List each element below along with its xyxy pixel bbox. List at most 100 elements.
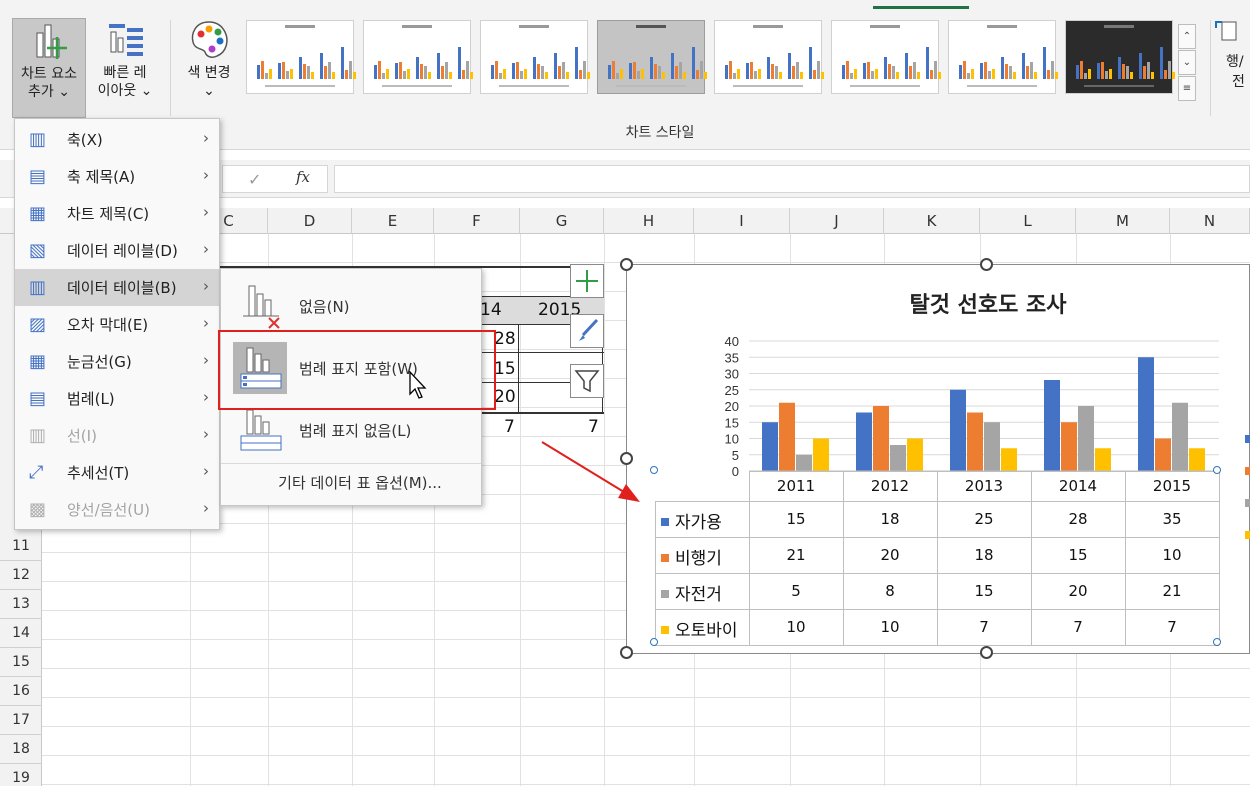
table-cell: 28	[494, 329, 516, 349]
resize-handle-top[interactable]	[980, 258, 993, 271]
chart-style-5[interactable]	[714, 20, 824, 94]
menu-item-error-bars[interactable]: ▨ 오차 막대(E) ›	[15, 306, 219, 343]
chart-style-7[interactable]	[948, 20, 1058, 94]
column-header[interactable]: H	[604, 208, 694, 234]
formula-input[interactable]	[334, 165, 1250, 193]
brush-icon	[579, 318, 599, 341]
menu-item-label: 눈금선(G)	[67, 353, 132, 371]
menu-item-trendline[interactable]: ⤢ 추세선(T) ›	[15, 454, 219, 491]
submenu-item-label: 없음(N)	[299, 297, 350, 316]
column-header[interactable]: G	[520, 208, 604, 234]
formula-buttons-area	[222, 165, 328, 193]
switch-row-column-label-1: 행/	[1226, 54, 1244, 70]
x-tick-label: 2013	[964, 477, 1004, 495]
row-header[interactable]: 16	[0, 677, 42, 706]
y-tick-label: 20	[725, 399, 739, 414]
legend-key-swatch	[661, 626, 669, 634]
column-header[interactable]: E	[352, 208, 434, 234]
change-colors-button[interactable]: 색 변경 ⌄	[178, 18, 240, 118]
chart-area[interactable]: 탈것 선호도 조사 0 5 10 15 20 25 30 35 40 2011 2012 2013 2…	[626, 264, 1250, 654]
submenu-item-no-legend-keys[interactable]: 범례 표지 없음(L)	[221, 403, 481, 457]
menu-item-data-table[interactable]: ▥ 데이터 테이블(B) ›	[15, 269, 219, 306]
more-data-table-options[interactable]: 기타 데이터 표 옵션(M)...	[221, 467, 481, 497]
data-label: 20	[1068, 582, 1088, 600]
table-cell: 15	[494, 359, 516, 379]
menu-item-gridlines[interactable]: ▦ 눈금선(G) ›	[15, 343, 219, 380]
switch-row-column-icon	[1215, 21, 1237, 41]
column-header[interactable]: L	[980, 208, 1076, 234]
menu-item-label: 데이터 레이블(D)	[67, 242, 178, 260]
change-colors-label: 색 변경	[187, 65, 231, 81]
resize-handle-bl[interactable]	[620, 646, 633, 659]
data-label: 18	[974, 546, 994, 564]
menu-item-lines[interactable]: ▥ 선(I) ›	[15, 417, 219, 454]
row-header[interactable]: 17	[0, 706, 42, 735]
gallery-down-button[interactable]: ⌄	[1178, 50, 1196, 75]
resize-handle-bottom[interactable]	[980, 646, 993, 659]
ribbon-separator	[1210, 20, 1211, 116]
insert-function-icon[interactable]: fx	[296, 168, 310, 186]
column-header[interactable]: F	[434, 208, 520, 234]
row-header[interactable]: 11	[0, 532, 42, 561]
cell-gridline	[42, 262, 1250, 263]
plus-icon	[576, 270, 598, 292]
row-header[interactable]: 13	[0, 590, 42, 619]
menu-item-label: 축 제목(A)	[67, 168, 136, 186]
menu-item-label: 범례(L)	[67, 390, 115, 408]
chart-styles-brush-button[interactable]	[570, 314, 604, 348]
menu-item-legend[interactable]: ▤ 범례(L) ›	[15, 380, 219, 417]
row-header[interactable]: 12	[0, 561, 42, 590]
cell-gridline	[42, 784, 1250, 785]
checkmark-icon[interactable]: ✓	[248, 170, 261, 189]
chart-style-1[interactable]	[246, 20, 356, 94]
menu-item-label: 선(I)	[67, 427, 97, 445]
menu-item-data-labels[interactable]: ▧ 데이터 레이블(D) ›	[15, 232, 219, 269]
resize-handle-left[interactable]	[620, 452, 633, 465]
column-header[interactable]: I	[694, 208, 790, 234]
data-table-grid	[1219, 471, 1220, 645]
column-header[interactable]: J	[790, 208, 884, 234]
gallery-up-button[interactable]: ⌃	[1178, 24, 1196, 49]
chart-style-2[interactable]	[363, 20, 473, 94]
submenu-item-none[interactable]: 없음(N)	[221, 279, 481, 333]
column-header[interactable]: N	[1170, 208, 1250, 234]
switch-row-column-label-2: 전	[1232, 74, 1245, 90]
y-tick-label: 25	[725, 383, 739, 398]
gallery-more-button[interactable]: ≡	[1178, 76, 1196, 101]
legend-key-swatch	[661, 590, 669, 598]
chart-style-8[interactable]	[1065, 20, 1175, 94]
row-header[interactable]: 15	[0, 648, 42, 677]
plot-handle[interactable]	[650, 638, 658, 646]
bar-2012-s2	[890, 445, 906, 471]
row-header[interactable]: 14	[0, 619, 42, 648]
series-name: 자가용	[675, 513, 722, 533]
table-cell: 7	[504, 417, 515, 437]
menu-item-up-down-bars[interactable]: ▩ 양선/음선(U) ›	[15, 491, 219, 528]
error-bars-icon: ▨	[29, 313, 47, 335]
row-header[interactable]: 19	[0, 764, 42, 786]
chart-elements-plus-button[interactable]	[570, 264, 604, 298]
column-header[interactable]: K	[884, 208, 980, 234]
resize-handle-tl[interactable]	[620, 258, 633, 271]
chart-style-3[interactable]	[480, 20, 590, 94]
add-chart-element-button[interactable]: 차트 요소 추가 ⌄	[12, 18, 86, 118]
switch-row-column-button[interactable]: 행/ 전	[1212, 18, 1250, 118]
column-header[interactable]: D	[268, 208, 352, 234]
bar-2012-s3	[907, 438, 923, 471]
menu-item-axes[interactable]: ▥ 축(X) ›	[15, 121, 219, 158]
add-chart-element-icon	[36, 24, 67, 59]
x-tick-label: 2015	[1152, 477, 1192, 495]
plot-handle[interactable]	[1213, 638, 1221, 646]
chart-style-6[interactable]	[831, 20, 941, 94]
row-header[interactable]: 18	[0, 735, 42, 764]
menu-item-chart-title[interactable]: ▦ 차트 제목(C) ›	[15, 195, 219, 232]
chart-data-table[interactable]: 2011 2012 2013 2014 2015 자가용 15 18 25 28 35 비행기 21 20…	[655, 471, 1220, 646]
chart-filter-button[interactable]	[570, 364, 604, 398]
plot-handle[interactable]	[650, 466, 658, 474]
plot-handle[interactable]	[1213, 466, 1221, 474]
column-header[interactable]: M	[1076, 208, 1170, 234]
data-label: 20	[880, 546, 900, 564]
menu-item-axis-title[interactable]: ▤ 축 제목(A) ›	[15, 158, 219, 195]
chart-style-4-selected[interactable]	[597, 20, 707, 94]
quick-layout-button[interactable]: 빠른 레 이아웃 ⌄	[92, 18, 158, 118]
